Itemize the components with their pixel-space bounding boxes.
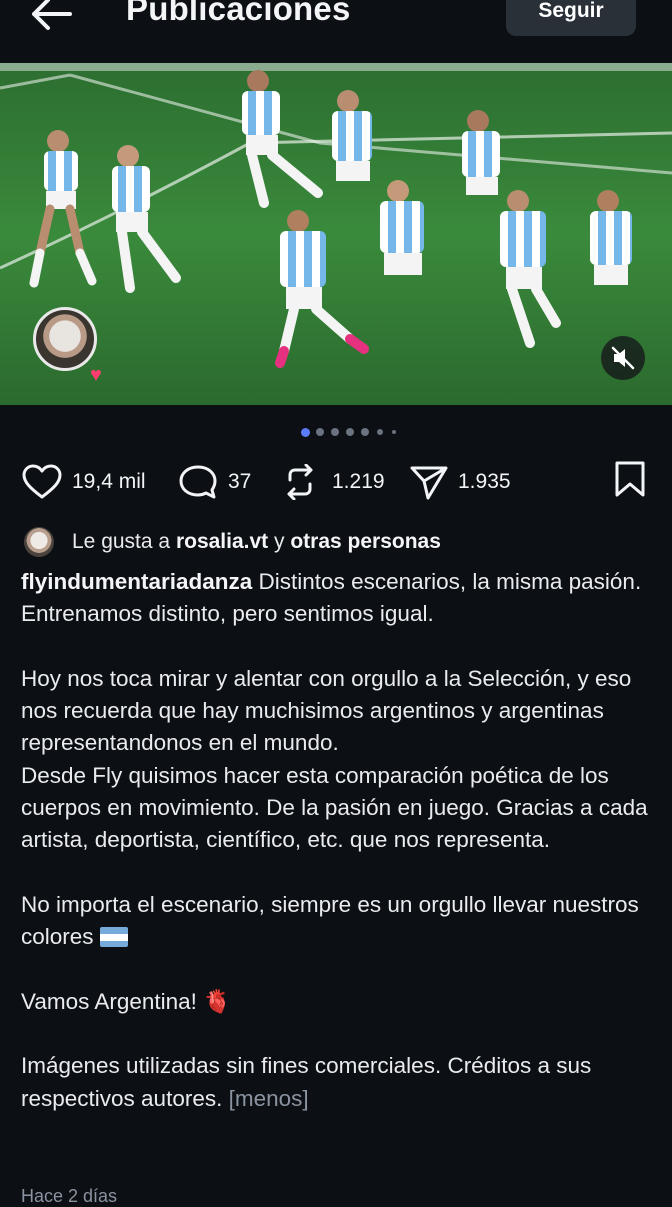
post-caption: flyindumentariadanza Distintos escenario… — [21, 566, 651, 1115]
repost-count: 1.219 — [332, 470, 385, 493]
bookmark-icon — [615, 461, 645, 497]
share-count: 1.935 — [458, 470, 511, 493]
argentina-flag-icon — [99, 927, 128, 948]
heart-badge-icon: ♥ — [90, 364, 102, 386]
save-button[interactable] — [612, 460, 648, 498]
comment-count: 37 — [228, 470, 252, 493]
caption-paragraph-5: Vamos Argentina! — [21, 988, 197, 1014]
post-timestamp: Hace 2 días — [21, 1186, 118, 1206]
like-button[interactable]: 19,4 mil — [22, 464, 146, 500]
caption-paragraph-3: Desde Fly quisimos hacer esta comparació… — [21, 762, 648, 853]
less-link[interactable]: [menos] — [229, 1086, 309, 1111]
comment-icon — [179, 465, 217, 499]
carousel-dot — [346, 428, 354, 436]
caption-line2: Entrenamos distinto, pero sentimos igual… — [21, 601, 434, 627]
carousel-dot — [300, 427, 310, 437]
speaker-muted-icon — [611, 346, 635, 370]
carousel-dot — [316, 428, 324, 436]
caption-paragraph-2: Hoy nos toca mirar y alentar con orgullo… — [21, 665, 632, 756]
follow-button[interactable]: Seguir — [506, 0, 636, 36]
liked-by-prefix: Le gusta a — [72, 530, 171, 553]
liked-by-user[interactable]: rosalia.vt — [176, 530, 268, 554]
top-bar: Publicaciones Seguir — [0, 0, 672, 62]
page-title: Publicaciones — [126, 0, 351, 27]
football-celebration-image — [0, 63, 672, 405]
liked-by-row[interactable]: Le gusta a rosalia.vt y otras personas — [24, 524, 441, 560]
follow-button-label: Seguir — [538, 0, 604, 22]
caption-line1: Distintos escenarios, la misma pasión. — [252, 569, 642, 594]
comment-button[interactable]: 37 — [178, 464, 251, 500]
carousel-dot — [361, 428, 369, 436]
caption-username[interactable]: flyindumentariadanza — [21, 569, 252, 594]
carousel-dot — [377, 429, 383, 435]
anatomical-heart-icon: 🫀 — [203, 988, 232, 1014]
repost-button[interactable]: 1.219 — [284, 464, 385, 500]
arrow-left-icon — [32, 0, 72, 30]
carousel-indicator — [0, 427, 672, 437]
like-count: 19,4 mil — [72, 470, 146, 493]
back-button[interactable] — [26, 0, 74, 38]
repost-icon — [287, 464, 313, 500]
share-button[interactable]: 1.935 — [410, 464, 511, 500]
send-icon — [410, 466, 448, 500]
liker-avatar — [24, 527, 54, 557]
carousel-dot — [331, 428, 339, 436]
mute-button[interactable] — [601, 336, 645, 380]
carousel-dot — [392, 430, 396, 434]
liked-by-connector: y — [274, 530, 285, 553]
post-media[interactable] — [0, 63, 672, 405]
heart-icon — [22, 464, 62, 499]
liked-by-others[interactable]: otras personas — [290, 530, 441, 554]
author-avatar[interactable] — [33, 307, 97, 371]
